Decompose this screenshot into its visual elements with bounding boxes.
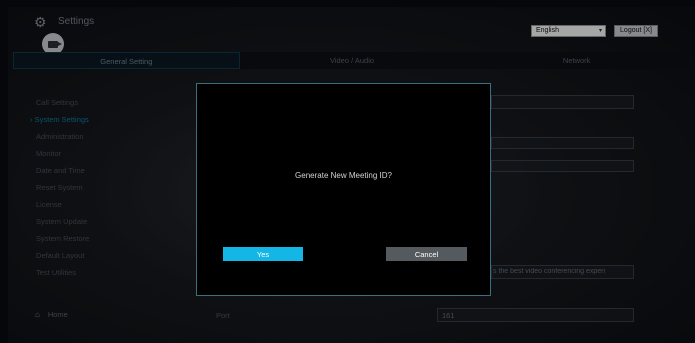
yes-button[interactable]: Yes [223, 247, 303, 261]
cancel-button[interactable]: Cancel [386, 247, 467, 261]
dialog-message: Generate New Meeting ID? [295, 171, 392, 180]
confirm-dialog: Generate New Meeting ID? Yes Cancel [196, 83, 491, 296]
